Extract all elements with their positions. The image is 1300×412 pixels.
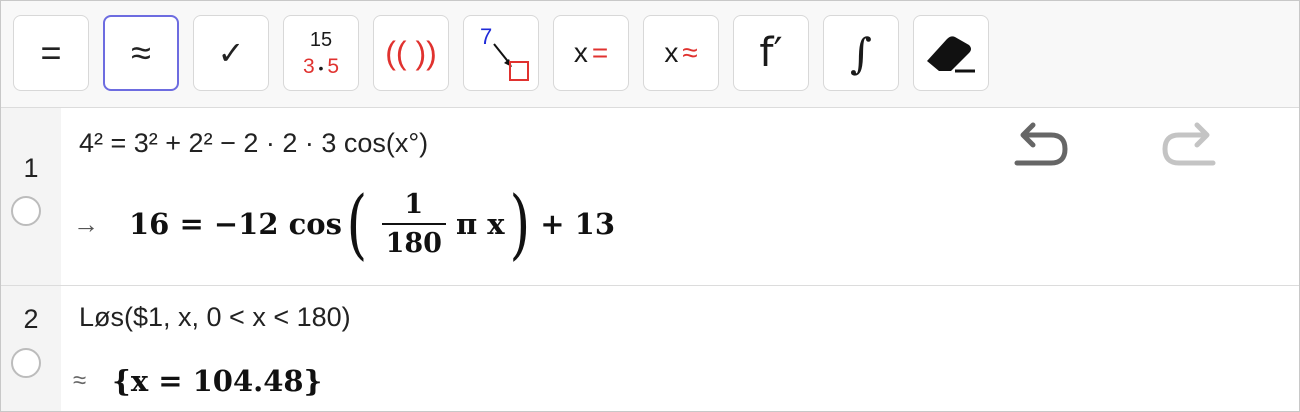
- expand-button[interactable]: (( )): [373, 15, 449, 91]
- integral-icon: ∫: [850, 28, 872, 78]
- checkmark-icon: ✓: [217, 35, 245, 71]
- cas-row-2: 2 Løs($1, x, 0 < x < 180) ≈ {x = 104.48}: [1, 286, 1299, 411]
- integral-button[interactable]: ∫: [823, 15, 899, 91]
- output-math: 16 = −12 cos ( 1 180 π x ) + 13: [129, 179, 616, 268]
- eraser-icon: [927, 36, 975, 73]
- row-input[interactable]: 4² = 3² + 2² − 2 · 2 · 3 cos(x°): [79, 128, 428, 159]
- right-paren: ): [509, 179, 530, 268]
- factor-icon: 15 3 • 5: [302, 28, 340, 78]
- factor-button[interactable]: 15 3 • 5: [283, 15, 359, 91]
- output-math: {x = 104.48}: [112, 364, 323, 398]
- row-visibility-toggle[interactable]: [11, 196, 41, 226]
- keep-input-button[interactable]: ✓: [193, 15, 269, 91]
- expand-parentheses-icon: (( )): [385, 35, 437, 71]
- derivative-button[interactable]: f′: [733, 15, 809, 91]
- cas-row-1: 1 4² = 3² + 2² − 2 · 2 · 3 cos(x°) → 16 …: [1, 108, 1299, 286]
- output-arrow-icon: →: [73, 208, 99, 239]
- output-fraction: 1 180: [381, 189, 446, 259]
- redo-button[interactable]: [1161, 119, 1221, 175]
- evaluate-exact-button[interactable]: =: [13, 15, 89, 91]
- nsolve-icon: x ≈: [664, 37, 698, 68]
- row-number: 1: [23, 153, 39, 183]
- redo-icon: [1162, 122, 1216, 166]
- solve-numerically-button[interactable]: x ≈: [643, 15, 719, 91]
- cas-view: = ≈ ✓ 15 3 • 5 (( )) 7 x = x ≈ f′ ∫ 1 4²…: [0, 0, 1300, 412]
- numeric-button[interactable]: ≈: [103, 15, 179, 91]
- left-paren: (: [346, 179, 368, 268]
- output-approx-icon: ≈: [73, 367, 87, 394]
- undo-button[interactable]: [1009, 119, 1069, 175]
- substitute-number: 7: [480, 24, 492, 49]
- row-visibility-toggle[interactable]: [11, 348, 41, 378]
- solve-icon: x =: [573, 37, 609, 68]
- row-output: ≈ {x = 104.48}: [73, 364, 322, 398]
- substitute-button[interactable]: 7: [463, 15, 539, 91]
- derivative-icon: f′: [759, 30, 783, 76]
- cas-toolbar: = ≈ ✓ 15 3 • 5 (( )) 7 x = x ≈ f′ ∫: [1, 1, 1299, 108]
- undo-icon: [1014, 122, 1068, 166]
- row-output: → 16 = −12 cos ( 1 180 π x ) + 13: [73, 186, 615, 262]
- approx-icon: ≈: [131, 32, 151, 73]
- row-number: 2: [23, 304, 39, 334]
- row-input[interactable]: Løs($1, x, 0 < x < 180): [79, 302, 351, 333]
- equals-icon: =: [40, 32, 62, 73]
- substitute-icon: 7: [480, 24, 529, 81]
- delete-button[interactable]: [913, 15, 989, 91]
- solve-button[interactable]: x =: [553, 15, 629, 91]
